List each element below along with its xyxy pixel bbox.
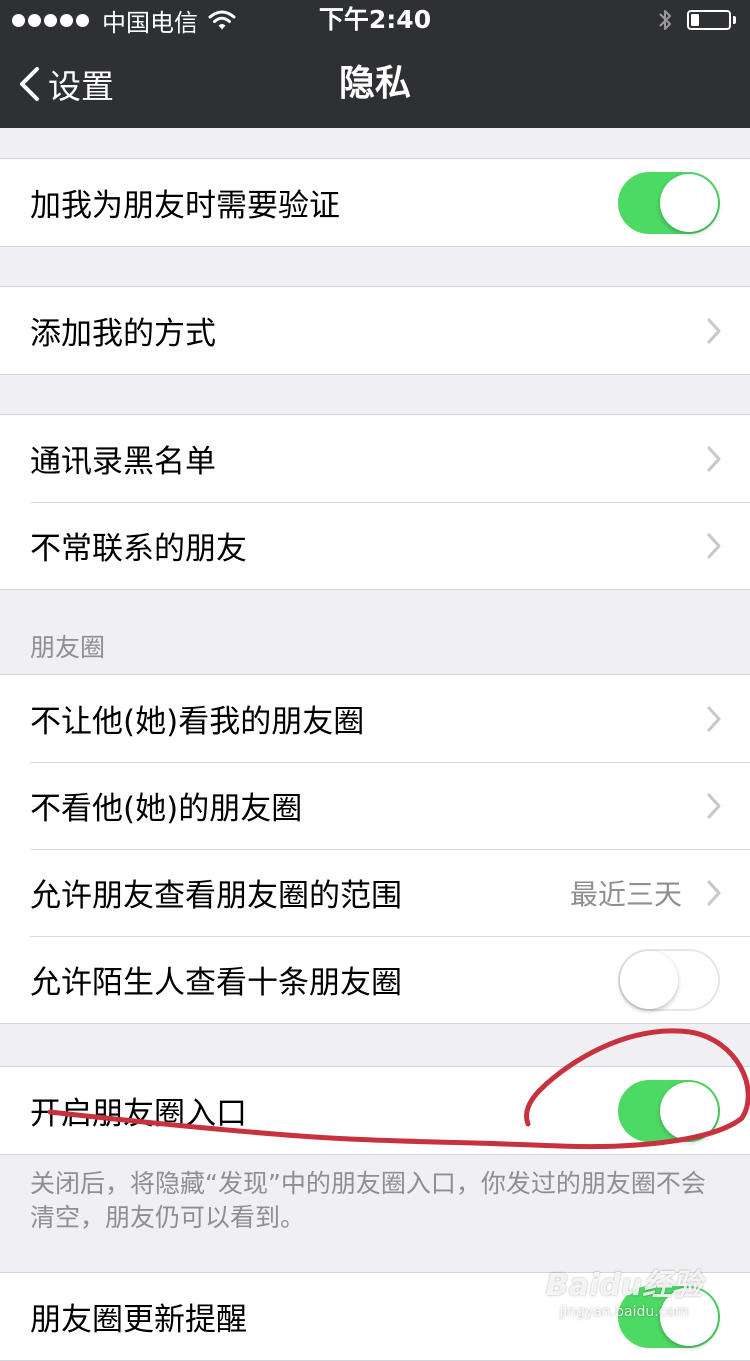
moments-entry-footnote: 关闭后，将隐藏“发现”中的朋友圈入口，你发过的朋友圈不会清空，朋友仍可以看到。 [30, 1169, 706, 1232]
row-label: 不看他(她)的朋友圈 [30, 791, 303, 827]
group-blocking: 通讯录黑名单 不常联系的朋友 [0, 414, 750, 590]
chevron-right-icon [707, 533, 721, 558]
friend-verification-toggle[interactable] [618, 171, 720, 234]
battery-tip [733, 16, 736, 24]
row-label: 不常联系的朋友 [30, 531, 247, 567]
row-label: 允许朋友查看朋友圈的范围 [30, 878, 402, 914]
chevron-right-icon [707, 446, 721, 471]
row-label: 开启朋友圈入口 [30, 1096, 247, 1132]
group-moments-entry: 开启朋友圈入口 [0, 1066, 750, 1155]
chevron-right-icon [707, 706, 721, 731]
chevron-right-icon [707, 793, 721, 818]
row-moments-visible-range[interactable]: 允许朋友查看朋友圈的范围 最近三天 [0, 849, 750, 936]
strangers-view-toggle[interactable] [618, 948, 720, 1011]
battery-icon [687, 10, 731, 30]
row-contacts-blacklist[interactable]: 通讯录黑名单 [0, 415, 750, 502]
baidu-watermark: Baidu经验 jingyan.baidu.com [534, 1260, 714, 1320]
row-hide-my-moments[interactable]: 不让他(她)看我的朋友圈 [0, 675, 750, 762]
row-infrequent-friends[interactable]: 不常联系的朋友 [0, 502, 750, 589]
status-bar: 中国电信 下午2:40 [0, 0, 750, 40]
row-label: 不让他(她)看我的朋友圈 [30, 704, 365, 740]
row-detail-value: 最近三天 [569, 877, 682, 911]
row-moments-entry: 开启朋友圈入口 [0, 1067, 750, 1154]
row-label: 加我为朋友时需要验证 [30, 188, 340, 224]
row-label: 允许陌生人查看十条朋友圈 [30, 965, 402, 1001]
row-add-me-method[interactable]: 添加我的方式 [0, 287, 750, 374]
watermark-url: jingyan.baidu.com [559, 1304, 689, 1320]
section-header-moments: 朋友圈 [30, 633, 106, 662]
chevron-right-icon [707, 880, 721, 905]
row-label: 通讯录黑名单 [30, 444, 216, 480]
bluetooth-icon [659, 10, 671, 30]
row-dont-see-their-moments[interactable]: 不看他(她)的朋友圈 [0, 762, 750, 849]
group-moments: 不让他(她)看我的朋友圈 不看他(她)的朋友圈 允许朋友查看朋友圈的范围 最近三… [0, 674, 750, 1024]
row-friend-verification: 加我为朋友时需要验证 [0, 159, 750, 246]
watermark-logo: Baidu经验 [545, 1268, 703, 1303]
status-time: 下午2:40 [318, 5, 432, 34]
moments-entry-toggle[interactable] [618, 1079, 720, 1142]
group-verification: 加我为朋友时需要验证 [0, 158, 750, 247]
row-label: 添加我的方式 [30, 316, 216, 352]
chevron-right-icon [707, 318, 721, 343]
navigation-bar: 设置 隐私 [0, 40, 750, 128]
page-title: 隐私 [338, 63, 411, 104]
row-label: 朋友圈更新提醒 [30, 1302, 247, 1338]
row-strangers-view-ten-posts: 允许陌生人查看十条朋友圈 [0, 936, 750, 1023]
status-right [657, 0, 736, 40]
group-add-method: 添加我的方式 [0, 286, 750, 375]
